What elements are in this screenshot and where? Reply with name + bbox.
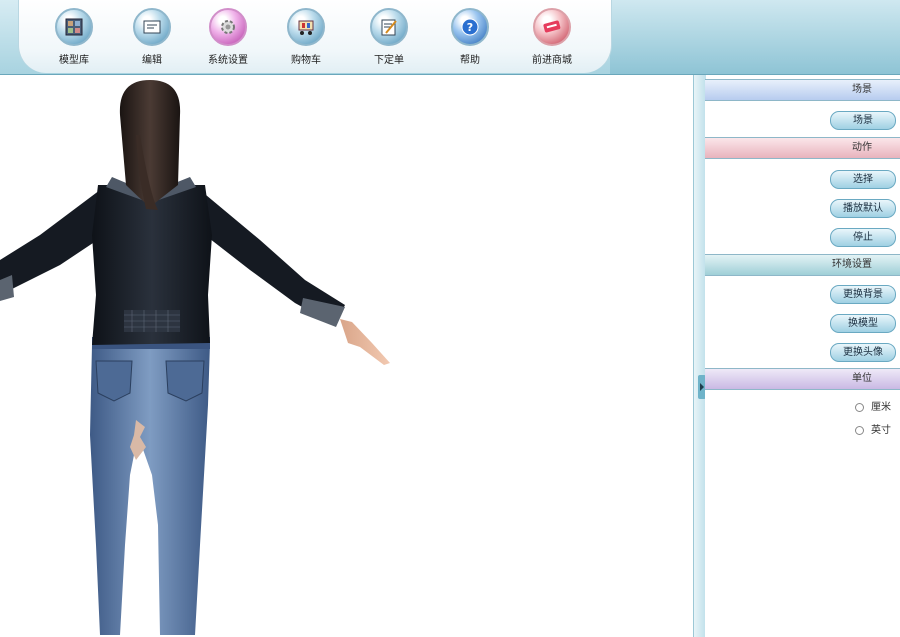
unit-label: 厘米	[871, 402, 891, 413]
section-title: 单位	[852, 373, 872, 384]
model-library-icon	[55, 8, 93, 46]
help-icon: ?	[451, 8, 489, 46]
section-animation-header[interactable]: 动作	[705, 137, 900, 159]
toolbar-order-button[interactable]: 下定单	[354, 8, 424, 68]
unit-option-cm[interactable]: 厘米	[705, 396, 900, 419]
avatar-model	[0, 80, 390, 635]
section-title: 动作	[852, 142, 872, 153]
top-toolbar: 模型库 编辑 系统设置 购物车 下定单 ? 帮助 前进商城	[0, 0, 900, 75]
toolbar-label: 帮助	[460, 55, 480, 66]
toolbar-label: 模型库	[59, 55, 89, 66]
toolbar-label: 购物车	[291, 55, 321, 66]
change-avatar-button[interactable]: 更换头像	[830, 343, 896, 362]
left-arm	[0, 190, 105, 290]
model-viewport[interactable]	[0, 75, 693, 637]
toolbar-label: 编辑	[142, 55, 162, 66]
play-default-button[interactable]: 播放默认	[830, 199, 896, 218]
section-units-header[interactable]: 单位	[705, 368, 900, 390]
jeans-left-pocket	[95, 360, 133, 402]
toolbar-help-button[interactable]: ? 帮助	[435, 8, 505, 68]
order-icon	[370, 8, 408, 46]
change-model-button[interactable]: 换模型	[830, 314, 896, 333]
change-background-button[interactable]: 更换背景	[830, 285, 896, 304]
unit-label: 英寸	[871, 425, 891, 436]
svg-text:?: ?	[467, 21, 473, 34]
toolbar-model-library-button[interactable]: 模型库	[39, 8, 109, 68]
section-scene-header[interactable]: 场景	[705, 79, 900, 101]
section-title: 场景	[852, 84, 872, 95]
toolbar-label: 下定单	[374, 55, 404, 66]
toolbar-panel: 模型库 编辑 系统设置 购物车 下定单 ? 帮助 前进商城	[18, 0, 612, 73]
toolbar-wing	[610, 0, 900, 74]
section-animation-body: 选择 播放默认 停止	[705, 159, 900, 254]
stop-button[interactable]: 停止	[830, 228, 896, 247]
select-animation-button[interactable]: 选择	[830, 170, 896, 189]
section-title: 环境设置	[832, 259, 872, 270]
toolbar-label: 系统设置	[208, 55, 248, 66]
toolbar-cart-button[interactable]: 购物车	[271, 8, 341, 68]
unit-option-inch[interactable]: 英寸	[705, 419, 900, 442]
toolbar-label: 前进商城	[532, 55, 572, 66]
right-hand	[340, 319, 390, 365]
jeans-right-pocket	[165, 360, 205, 402]
mall-icon	[533, 8, 571, 46]
right-sidebar: 场景 场景 动作 选择 播放默认 停止 环境设置 更换背景 换模型 更换头像 单…	[705, 79, 900, 637]
toolbar-settings-button[interactable]: 系统设置	[193, 8, 263, 68]
cart-icon	[287, 8, 325, 46]
section-environment-header[interactable]: 环境设置	[705, 254, 900, 276]
edit-icon	[133, 8, 171, 46]
section-scene-body: 场景	[705, 101, 900, 137]
radio-icon[interactable]	[855, 402, 864, 412]
section-environment-body: 更换背景 换模型 更换头像	[705, 276, 900, 368]
settings-icon	[209, 8, 247, 46]
radio-icon[interactable]	[855, 425, 864, 435]
toolbar-mall-button[interactable]: 前进商城	[517, 8, 587, 68]
scene-button[interactable]: 场景	[830, 111, 896, 130]
section-units-body: 厘米 英寸	[705, 390, 900, 442]
toolbar-edit-button[interactable]: 编辑	[117, 8, 187, 68]
